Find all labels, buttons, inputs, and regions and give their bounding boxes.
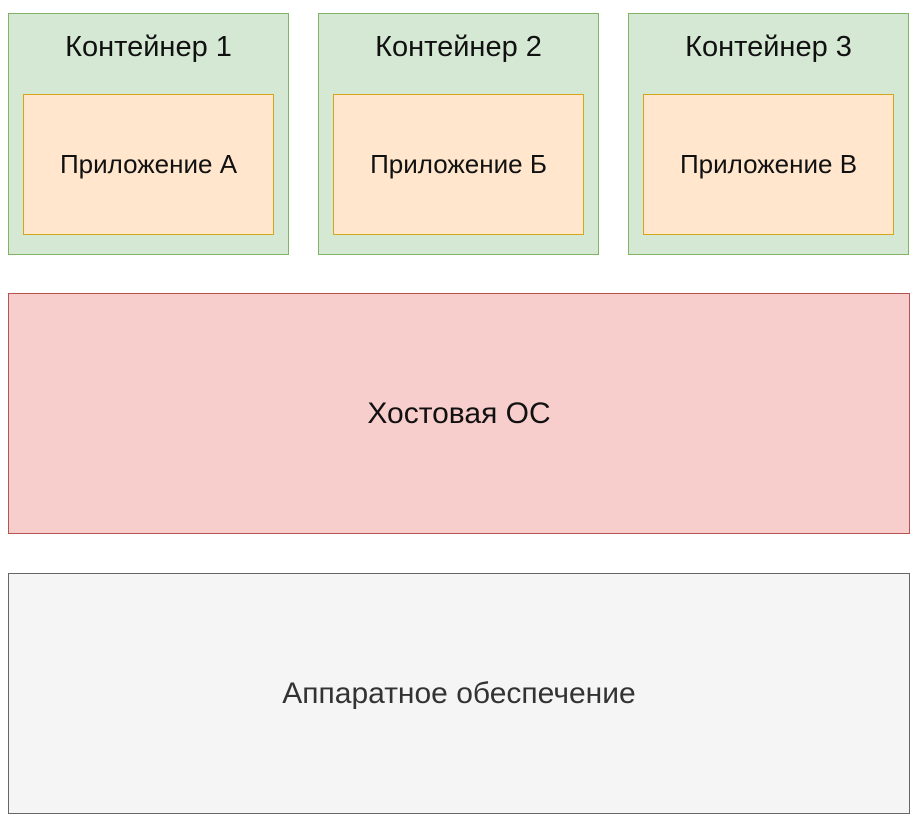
container-3-title: Контейнер 3 [685,31,852,63]
container-1-title: Контейнер 1 [65,31,232,63]
application-v-box: Приложение В [643,94,894,235]
container-3-box: Контейнер 3 Приложение В [628,13,909,255]
host-os-layer: Хостовая ОС [8,293,910,534]
container-2-title: Контейнер 2 [375,31,542,63]
application-a-box: Приложение А [23,94,274,235]
hardware-layer: Аппаратное обеспечение [8,573,910,814]
application-b-box: Приложение Б [333,94,584,235]
container-1-box: Контейнер 1 Приложение А [8,13,289,255]
container-2-box: Контейнер 2 Приложение Б [318,13,599,255]
